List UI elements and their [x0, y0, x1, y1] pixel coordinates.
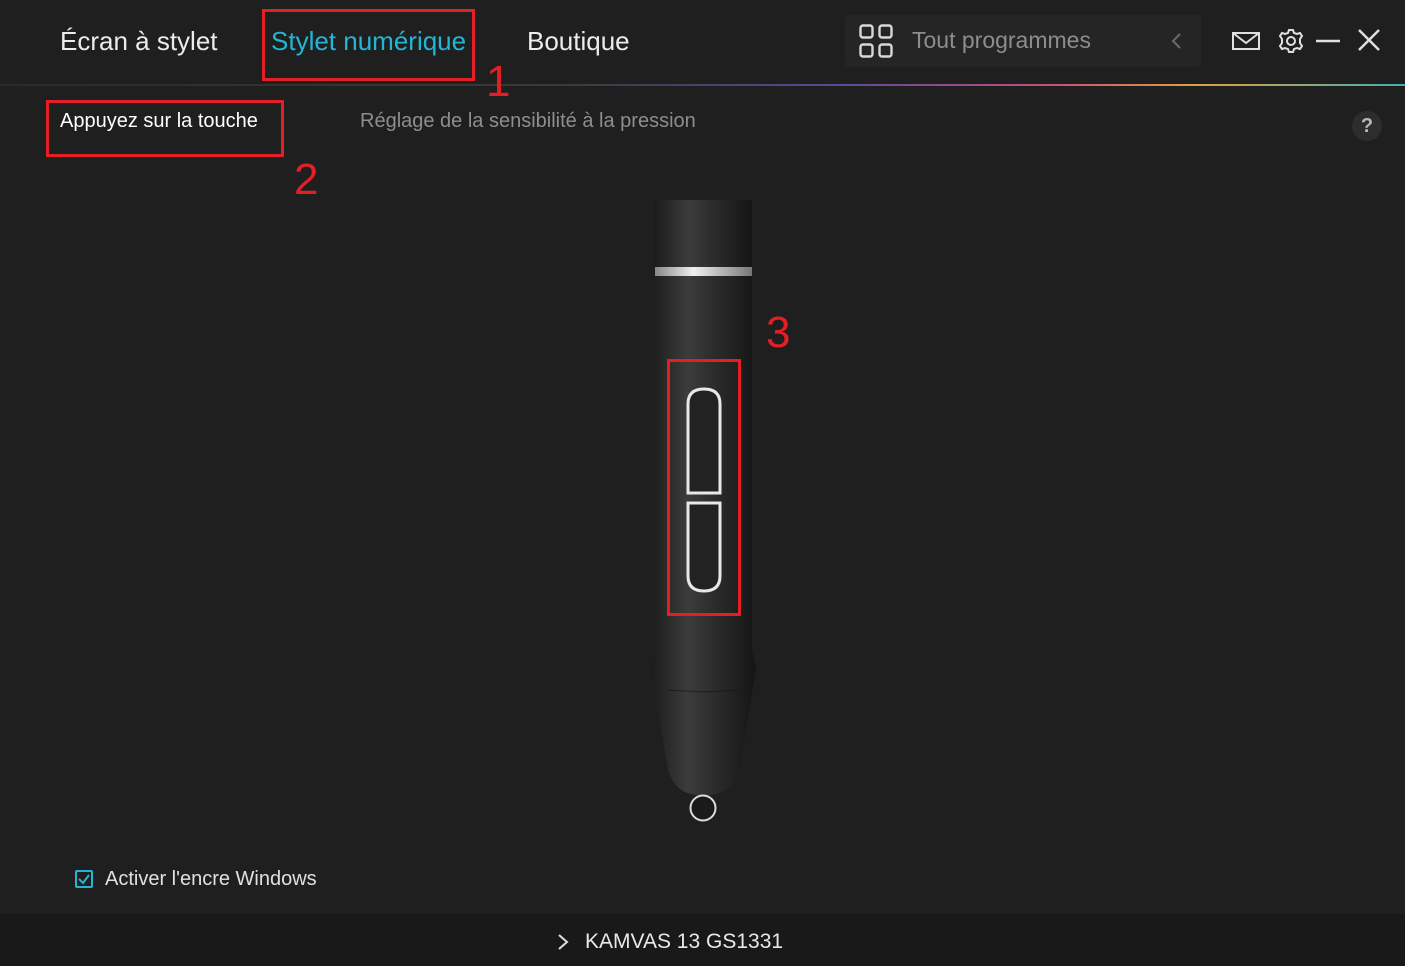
help-icon[interactable]: ? — [1352, 111, 1382, 141]
grid-icon — [859, 24, 893, 58]
annotation-box-3 — [667, 359, 741, 616]
mail-icon[interactable] — [1231, 26, 1261, 56]
windows-ink-checkbox[interactable] — [75, 870, 93, 888]
annotation-label-1: 1 — [486, 57, 511, 106]
tab-boutique[interactable]: Boutique — [527, 22, 630, 60]
annotation-box-1 — [262, 9, 475, 81]
subtab-sensibilite-pression[interactable]: Réglage de la sensibilité à la pression — [360, 110, 696, 133]
windows-ink-label: Activer l'encre Windows — [105, 868, 317, 890]
header-divider — [0, 84, 1405, 86]
program-selector[interactable]: Tout programmes — [845, 15, 1201, 67]
annotation-box-2 — [46, 100, 284, 157]
tab-ecran-a-stylet[interactable]: Écran à stylet — [60, 22, 218, 60]
annotation-label-3: 3 — [766, 308, 791, 357]
close-icon[interactable] — [1355, 26, 1385, 56]
device-footer[interactable]: KAMVAS 13 GS1331 — [0, 914, 1405, 966]
checkmark-icon — [78, 874, 90, 885]
gear-icon[interactable] — [1276, 26, 1306, 56]
chevron-left-icon[interactable] — [1167, 29, 1187, 53]
device-name: KAMVAS 13 GS1331 — [585, 930, 784, 953]
annotation-label-2: 2 — [294, 155, 319, 204]
app-window: Écran à stylet Stylet numérique Boutique… — [0, 0, 1405, 966]
program-selector-label: Tout programmes — [912, 27, 1091, 53]
top-bar: Écran à stylet Stylet numérique Boutique… — [0, 0, 1405, 84]
minimize-icon[interactable] — [1314, 26, 1344, 56]
chevron-right-icon[interactable] — [556, 932, 570, 952]
